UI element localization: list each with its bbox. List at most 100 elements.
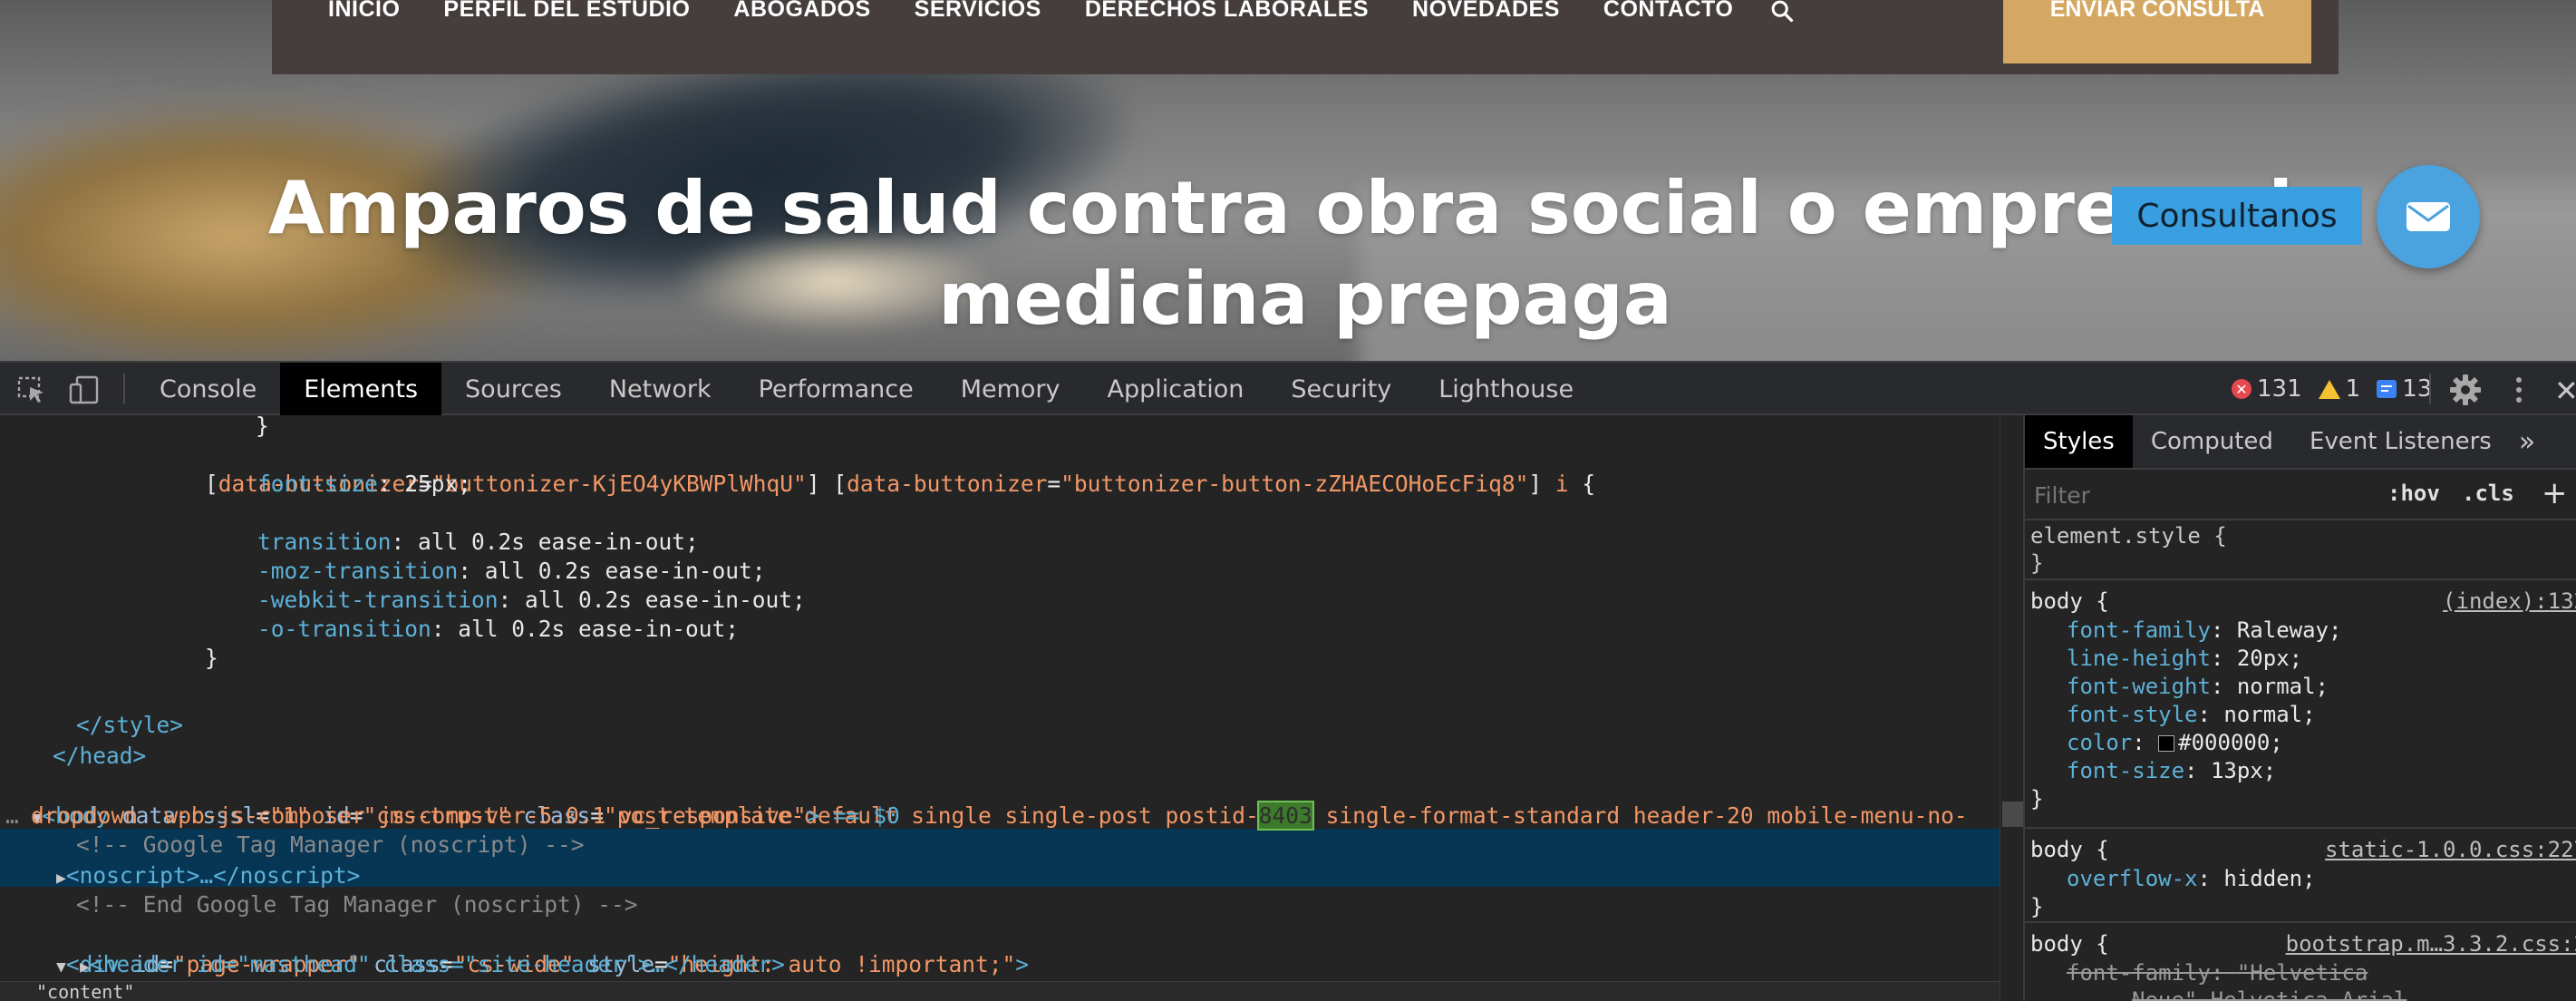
tab-elements[interactable]: Elements <box>280 363 442 415</box>
color-swatch[interactable] <box>2158 735 2175 752</box>
tab-memory[interactable]: Memory <box>937 363 1084 415</box>
style-rule-element: element.style { } <box>2025 520 2576 580</box>
website-viewport: INICIO PERFIL DEL ESTUDIO ABOGADOS SERVI… <box>0 0 2576 361</box>
dom-node-body[interactable]: dropdown wpb-js-composer js-comp-ver-5.0… <box>31 802 900 831</box>
toolbar-divider <box>123 374 125 404</box>
dom-line[interactable]: </head> <box>53 742 146 771</box>
style-declaration[interactable]: line-height: 20px; <box>2067 645 2302 673</box>
nav-item-derechos-laborales[interactable]: DERECHOS LABORALES <box>1085 0 1369 23</box>
error-count: 131 <box>2257 375 2302 403</box>
rule-source-link[interactable]: static-1.0.0.css:227 <box>2325 836 2576 864</box>
dom-line[interactable]: transition: all 0.2s ease-in-out; <box>257 528 699 557</box>
nav-item-servicios[interactable]: SERVICIOS <box>915 0 1041 23</box>
consult-floating-button[interactable] <box>2377 165 2480 268</box>
dom-line[interactable]: -moz-transition: all 0.2s ease-in-out; <box>257 557 766 586</box>
rule-source-link[interactable]: (index):132 <box>2443 588 2576 616</box>
search-match-highlight: 8403 <box>1256 801 1314 831</box>
nav-item-inicio[interactable]: INICIO <box>328 0 400 23</box>
rule-source-link[interactable]: bootstrap.m…3.3.2.css:2 <box>2286 930 2576 958</box>
rule-close: } <box>2030 550 2044 576</box>
close-devtools-icon[interactable]: ✕ <box>2554 374 2576 408</box>
tab-styles[interactable]: Styles <box>2025 415 2133 468</box>
dom-line: } <box>256 415 269 439</box>
inspect-element-icon[interactable] <box>16 375 47 404</box>
styles-tabs: Styles Computed Event Listeners » <box>2025 415 2576 470</box>
style-declaration[interactable]: font-weight: normal; <box>2067 673 2329 701</box>
tab-event-listeners[interactable]: Event Listeners <box>2291 415 2510 468</box>
tab-network[interactable]: Network <box>586 363 735 415</box>
nav-menu: INICIO PERFIL DEL ESTUDIO ABOGADOS SERVI… <box>328 0 1733 23</box>
style-declaration[interactable]: font-family: Raleway; <box>2067 617 2341 645</box>
error-icon: ✕ <box>2232 379 2252 399</box>
dom-line[interactable]: -webkit-transition: all 0.2s ease-in-out… <box>257 586 806 615</box>
collapse-arrow-icon: ▼ <box>56 957 66 977</box>
class-toggle[interactable]: .cls <box>2462 481 2514 506</box>
style-declaration[interactable]: color: #000000; <box>2067 729 2283 757</box>
tab-lighthouse[interactable]: Lighthouse <box>1415 363 1597 415</box>
tab-application[interactable]: Application <box>1084 363 1268 415</box>
site-navbar: INICIO PERFIL DEL ESTUDIO ABOGADOS SERVI… <box>272 0 2339 74</box>
rule-selector[interactable]: body { <box>2030 588 2109 616</box>
dom-line[interactable]: [data-buttonizer="buttonizer-KjEO4yKBWPl… <box>205 441 1595 497</box>
dom-line[interactable]: -o-transition: all 0.2s ease-in-out; <box>257 615 739 644</box>
expand-arrow-icon: ▶ <box>80 957 90 977</box>
envelope-icon <box>2407 202 2450 231</box>
tab-console[interactable]: Console <box>136 363 280 415</box>
style-declaration[interactable]: font-style: normal; <box>2067 701 2316 729</box>
settings-gear-icon[interactable] <box>2449 374 2482 406</box>
consult-label[interactable]: Consultanos <box>2112 187 2362 245</box>
more-options-icon[interactable] <box>2514 375 2523 404</box>
rule-selector[interactable]: body { <box>2030 836 2109 864</box>
dom-line[interactable]: font-size: 25px; <box>257 470 471 499</box>
styles-sidebar: Styles Computed Event Listeners » :hov .… <box>2023 415 2576 1001</box>
nav-item-abogados[interactable]: ABOGADOS <box>733 0 870 23</box>
tab-sources[interactable]: Sources <box>441 363 586 415</box>
send-inquiry-label: ENVIAR CONSULTA <box>2049 0 2265 22</box>
dom-node-page-wrapper[interactable]: ▼<div id="page-wrapper" class="cs-wide" … <box>56 921 1029 977</box>
dom-node-noscript[interactable]: ▶<noscript>…</noscript> <box>56 861 360 890</box>
rule-selector[interactable]: element.style { <box>2030 522 2227 550</box>
devtools-panel: Console Elements Sources Network Perform… <box>0 361 2576 1001</box>
elements-dom-tree: } [data-buttonizer="buttonizer-KjEO4yKBW… <box>0 415 2023 1001</box>
devtools-toolbar: Console Elements Sources Network Perform… <box>0 361 2576 415</box>
style-declaration[interactable]: overflow-x: hidden; <box>2067 865 2316 893</box>
issues-counter[interactable]: ✕ 131 1 13 <box>2232 375 2432 403</box>
info-count: 13 <box>2402 375 2433 403</box>
page-title-line-2: medicina prepaga <box>938 257 1672 341</box>
device-toolbar-icon[interactable] <box>69 375 100 404</box>
send-inquiry-button[interactable]: ENVIAR CONSULTA <box>2003 0 2311 63</box>
tab-computed[interactable]: Computed <box>2133 415 2291 468</box>
nav-item-perfil[interactable]: PERFIL DEL ESTUDIO <box>443 0 690 23</box>
dom-node-header[interactable]: ▶<header id="masthead" class="site-heade… <box>80 950 785 979</box>
toolbar-divider <box>2429 374 2431 404</box>
style-rule-body-bootstrap: body { bootstrap.m…3.3.2.css:2 font-fami… <box>2025 927 2576 1001</box>
style-declaration[interactable]: font-size: 13px; <box>2067 757 2276 785</box>
dom-scrollbar[interactable] <box>2000 415 2024 1001</box>
hover-state-toggle[interactable]: :hov <box>2387 481 2440 506</box>
expand-arrow-icon: ▶ <box>56 869 66 888</box>
dom-line[interactable]: <!-- End Google Tag Manager (noscript) -… <box>76 890 638 919</box>
dom-node-body[interactable]: … ▼<body data-rsssl="1" id="cms-trust" c… <box>5 773 1968 831</box>
rule-close: } <box>2030 894 2044 919</box>
styles-filter-bar: :hov .cls + <box>2025 470 2576 520</box>
more-tabs-chevron-icon[interactable]: » <box>2510 415 2544 468</box>
rule-selector[interactable]: body { <box>2030 930 2109 958</box>
dom-line[interactable]: </style> <box>76 711 183 740</box>
overridden-declaration[interactable]: font-family: "Helvetica <box>2067 959 2368 987</box>
breadcrumb: "content" <box>0 981 2023 1001</box>
scrollbar-thumb[interactable] <box>2002 802 2024 827</box>
new-rule-plus-icon[interactable]: + <box>2542 475 2568 511</box>
tab-security[interactable]: Security <box>1267 363 1415 415</box>
style-rule-body-static: body { static-1.0.0.css:227 overflow-x: … <box>2025 832 2576 923</box>
style-rule-body-index: body { (index):132 font-family: Raleway;… <box>2025 584 2576 829</box>
rule-close: } <box>2030 786 2044 811</box>
overridden-declaration-continued: Neue",Helvetica,Arial <box>2132 987 2407 1001</box>
warning-icon <box>2318 379 2340 399</box>
breadcrumb-item[interactable]: "content" <box>36 982 134 1001</box>
tab-performance[interactable]: Performance <box>735 363 937 415</box>
dom-line[interactable]: <!-- Google Tag Manager (noscript) --> <box>76 831 585 860</box>
search-icon[interactable] <box>1769 0 1795 24</box>
nav-item-novedades[interactable]: NOVEDADES <box>1412 0 1560 23</box>
styles-filter-input[interactable] <box>2034 479 2397 511</box>
nav-item-contacto[interactable]: CONTACTO <box>1603 0 1733 23</box>
